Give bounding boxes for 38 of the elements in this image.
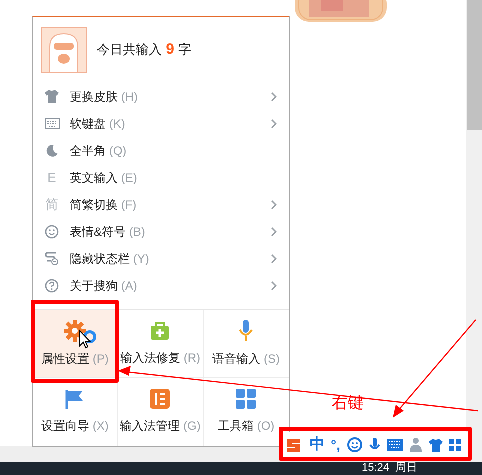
tool-tile[interactable]: 语音输入 (S)	[204, 310, 289, 378]
microphone-icon	[238, 320, 254, 342]
punctuation-toggle[interactable]: °,	[331, 434, 340, 456]
mode-toggle[interactable]: 中	[310, 434, 325, 456]
menu-item[interactable]: 表情&符号 (B)	[33, 218, 289, 245]
keyboard-icon	[44, 118, 60, 129]
clock-time: 15:24	[362, 462, 390, 474]
grid-icon[interactable]	[448, 438, 460, 452]
moon-icon	[46, 144, 58, 156]
typed-count-text: 今日共输入 9 字	[97, 40, 192, 60]
smiley-icon	[45, 224, 59, 238]
smiley-icon[interactable]	[346, 437, 362, 453]
list-icon	[150, 389, 170, 409]
annotation-text: 右键	[332, 394, 364, 414]
medical-kit-icon	[150, 320, 170, 340]
menu-item[interactable]: E 英文输入 (E)	[33, 164, 289, 191]
mascot-avatar	[41, 27, 87, 73]
menu-item[interactable]: 隐藏状态栏 (Y)	[33, 245, 289, 272]
tool-tile[interactable]: 输入法修复 (R)	[118, 310, 204, 378]
menu-item[interactable]: 简 简繁切换 (F)	[33, 191, 289, 218]
menu-item[interactable]: 软键盘 (K)	[33, 110, 289, 137]
clock-day: 周日	[396, 462, 418, 474]
scrollbar-thumb[interactable]	[467, 0, 482, 130]
flag-icon	[65, 389, 86, 409]
hide-bar-icon	[45, 252, 59, 265]
menu-item[interactable]: 全半角 (Q)	[33, 137, 289, 164]
keyboard-icon[interactable]	[386, 438, 402, 452]
loading-cursor-icon	[80, 330, 96, 349]
letter-icon: E	[48, 168, 56, 188]
shirt-icon	[45, 90, 59, 103]
menu-item[interactable]: 关于搜狗 (A)	[33, 272, 289, 299]
shirt-icon[interactable]	[428, 438, 442, 452]
menu-item[interactable]: 更换皮肤 (H)	[33, 83, 289, 110]
person-icon[interactable]	[408, 437, 422, 453]
letter-icon: 简	[46, 194, 58, 214]
tool-tile[interactable]: 输入法管理 (G)	[118, 378, 204, 446]
grid-icon	[236, 389, 256, 409]
help-icon	[45, 278, 59, 292]
